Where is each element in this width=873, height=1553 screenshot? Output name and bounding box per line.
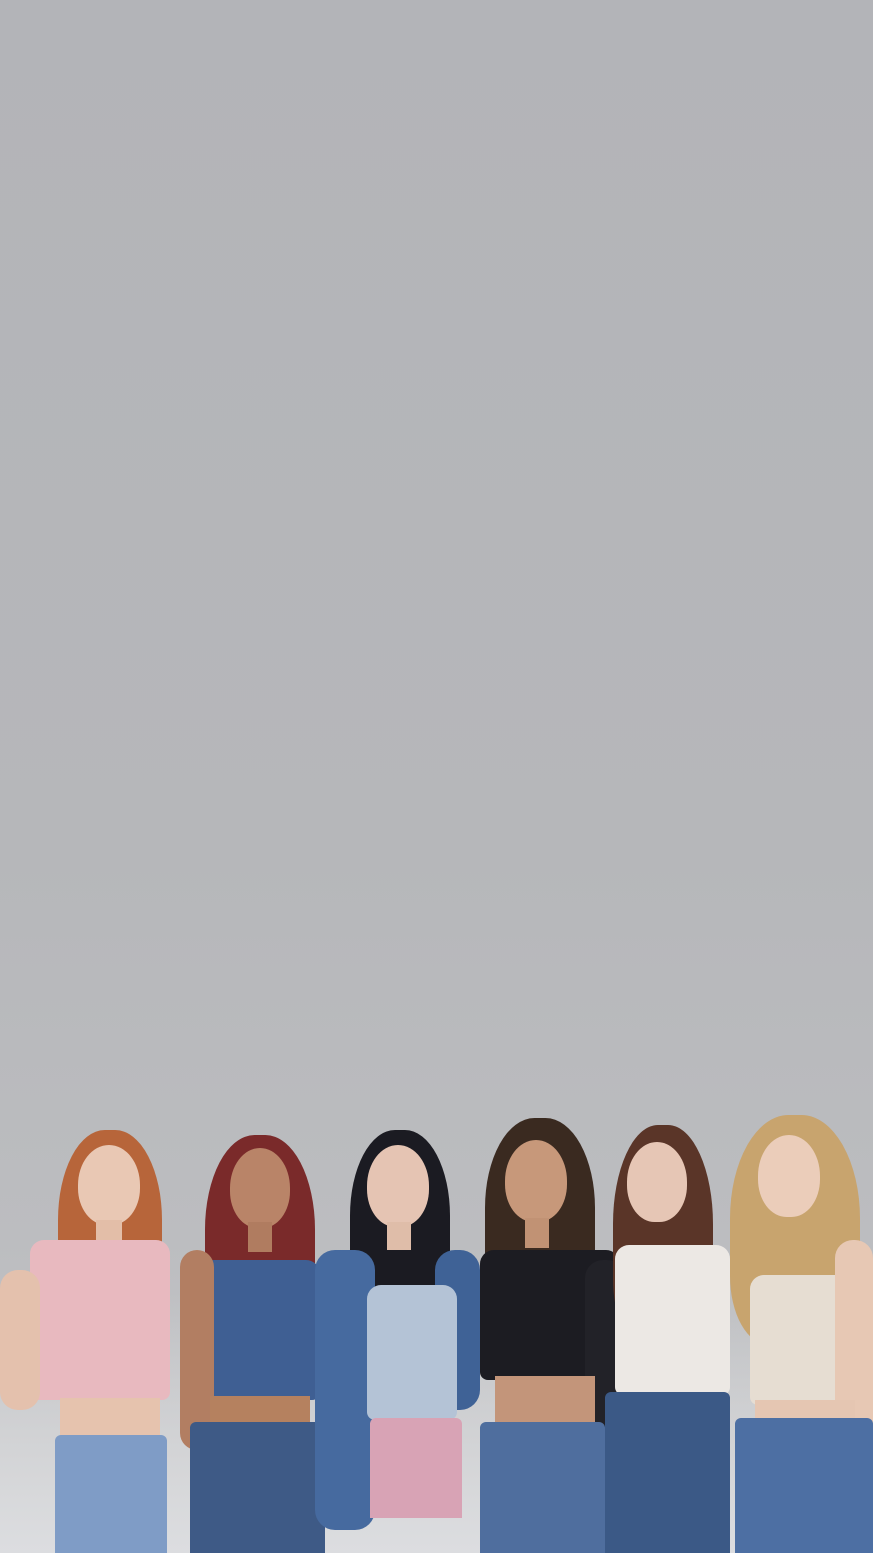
member-6 [720, 1100, 873, 1553]
member-1-face [78, 1145, 140, 1225]
member-4-midriff [495, 1376, 595, 1426]
member-4-jeans [480, 1422, 605, 1553]
member-2-jeans [190, 1422, 325, 1553]
member-3-shorts [370, 1418, 462, 1518]
member-6-jeans [735, 1418, 873, 1553]
photo-canvas [0, 0, 873, 1553]
member-3-jacket-left [315, 1250, 375, 1530]
group-photo [0, 1100, 873, 1553]
member-2-top [200, 1260, 320, 1400]
member-1 [0, 1100, 180, 1553]
member-1-jeans [55, 1435, 167, 1553]
member-2-neck [248, 1222, 272, 1252]
member-4-face [505, 1140, 567, 1222]
member-3-face [367, 1145, 429, 1227]
member-2-face [230, 1148, 290, 1228]
member-3-neck [387, 1222, 411, 1250]
member-5-face [627, 1142, 687, 1222]
member-4-neck [525, 1218, 549, 1248]
member-6-face [758, 1135, 820, 1217]
member-3 [315, 1100, 480, 1553]
member-2-arm [180, 1250, 214, 1450]
member-2 [160, 1100, 330, 1553]
member-1-top [30, 1240, 170, 1400]
member-3-top [367, 1285, 457, 1420]
member-5-jeans [605, 1392, 730, 1553]
member-1-midriff [60, 1398, 160, 1438]
member-1-arm [0, 1270, 40, 1410]
member-5-top [615, 1245, 730, 1395]
